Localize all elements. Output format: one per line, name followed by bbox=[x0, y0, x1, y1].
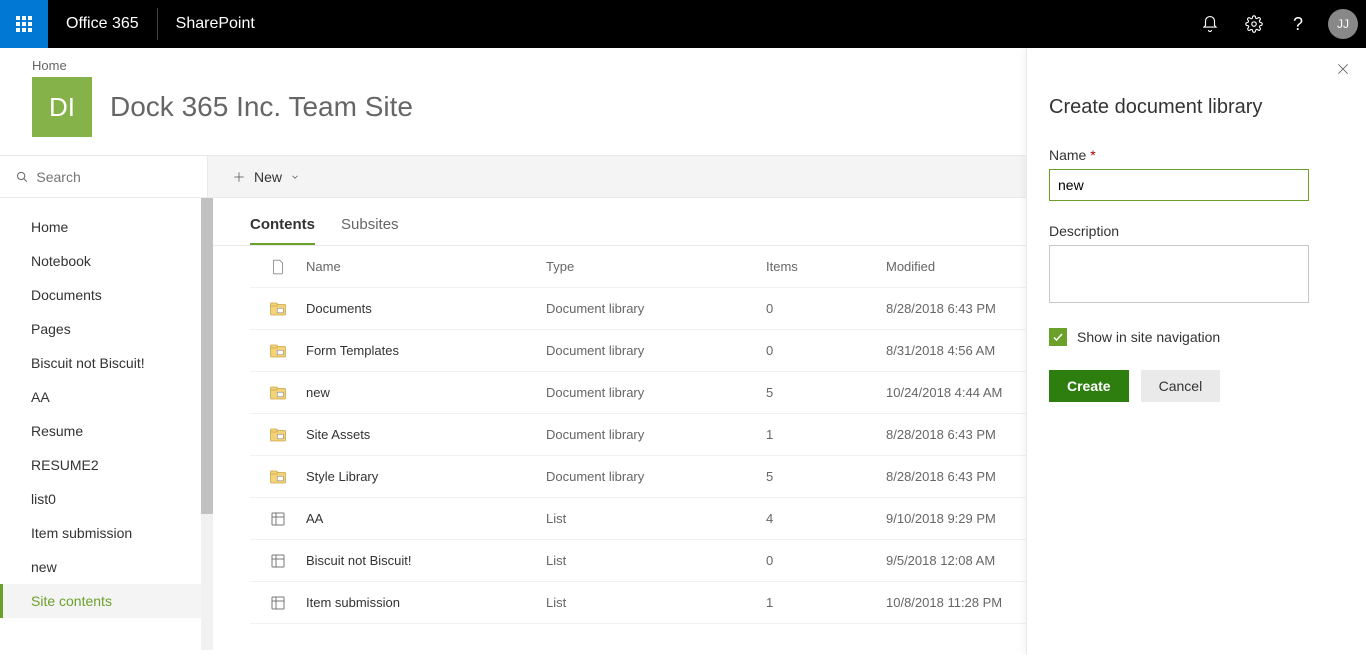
create-library-panel: Create document library Name * Descripti… bbox=[1026, 48, 1366, 655]
library-icon bbox=[269, 469, 287, 485]
row-items: 0 bbox=[766, 301, 886, 316]
name-input[interactable] bbox=[1049, 169, 1309, 201]
gear-icon bbox=[1245, 15, 1263, 33]
show-in-nav-label: Show in site navigation bbox=[1077, 329, 1220, 345]
row-type: List bbox=[546, 595, 766, 610]
nav-item[interactable]: AA bbox=[0, 380, 207, 414]
nav-item[interactable]: Biscuit not Biscuit! bbox=[0, 346, 207, 380]
nav-item[interactable]: list0 bbox=[0, 482, 207, 516]
nav-item[interactable]: Item submission bbox=[0, 516, 207, 550]
waffle-icon bbox=[16, 16, 32, 32]
check-icon bbox=[1052, 331, 1064, 343]
row-items: 1 bbox=[766, 595, 886, 610]
row-name[interactable]: Form Templates bbox=[306, 343, 546, 358]
left-pane: HomeNotebookDocumentsPagesBiscuit not Bi… bbox=[0, 156, 208, 650]
search-icon bbox=[16, 170, 28, 184]
nav-item[interactable]: Home bbox=[0, 210, 207, 244]
chevron-down-icon bbox=[290, 172, 300, 182]
help-button[interactable]: ? bbox=[1278, 0, 1318, 48]
nav-item[interactable]: Resume bbox=[0, 414, 207, 448]
name-field-label: Name * bbox=[1049, 147, 1344, 163]
panel-title: Create document library bbox=[1049, 96, 1344, 119]
row-items: 1 bbox=[766, 427, 886, 442]
document-icon bbox=[271, 259, 285, 275]
search-box[interactable] bbox=[0, 156, 207, 198]
row-name[interactable]: Biscuit not Biscuit! bbox=[306, 553, 546, 568]
row-type: List bbox=[546, 553, 766, 568]
nav-item[interactable]: RESUME2 bbox=[0, 448, 207, 482]
row-name[interactable]: Style Library bbox=[306, 469, 546, 484]
row-type: List bbox=[546, 511, 766, 526]
row-type: Document library bbox=[546, 343, 766, 358]
new-button[interactable]: New bbox=[232, 169, 300, 185]
tab-subsites[interactable]: Subsites bbox=[341, 216, 399, 245]
row-items: 4 bbox=[766, 511, 886, 526]
header-name[interactable]: Name bbox=[306, 259, 546, 274]
notifications-button[interactable] bbox=[1190, 0, 1230, 48]
row-type: Document library bbox=[546, 385, 766, 400]
show-in-nav-row[interactable]: Show in site navigation bbox=[1049, 328, 1344, 346]
nav-item[interactable]: Notebook bbox=[0, 244, 207, 278]
nav-item[interactable]: Site contents bbox=[0, 584, 207, 618]
row-type: Document library bbox=[546, 301, 766, 316]
header-type[interactable]: Type bbox=[546, 259, 766, 274]
settings-button[interactable] bbox=[1234, 0, 1274, 48]
row-items: 0 bbox=[766, 343, 886, 358]
panel-close-button[interactable] bbox=[1336, 62, 1350, 81]
row-items: 5 bbox=[766, 385, 886, 400]
app-launcher-button[interactable] bbox=[0, 0, 48, 48]
nav-item[interactable]: Documents bbox=[0, 278, 207, 312]
row-type: Document library bbox=[546, 469, 766, 484]
search-input[interactable] bbox=[36, 169, 191, 185]
nav-item[interactable]: new bbox=[0, 550, 207, 584]
left-scrollbar[interactable] bbox=[201, 198, 213, 650]
row-name[interactable]: AA bbox=[306, 511, 546, 526]
cancel-button[interactable]: Cancel bbox=[1141, 370, 1221, 402]
description-input[interactable] bbox=[1049, 245, 1309, 303]
nav-item[interactable]: Pages bbox=[0, 312, 207, 346]
row-items: 5 bbox=[766, 469, 886, 484]
library-icon bbox=[269, 301, 287, 317]
row-name[interactable]: new bbox=[306, 385, 546, 400]
user-avatar[interactable]: JJ bbox=[1328, 9, 1358, 39]
show-in-nav-checkbox[interactable] bbox=[1049, 328, 1067, 346]
site-title[interactable]: Dock 365 Inc. Team Site bbox=[110, 91, 413, 123]
header-items[interactable]: Items bbox=[766, 259, 886, 274]
create-button[interactable]: Create bbox=[1049, 370, 1129, 402]
help-icon: ? bbox=[1293, 14, 1303, 35]
breadcrumb-home[interactable]: Home bbox=[32, 58, 67, 73]
description-field-label: Description bbox=[1049, 223, 1344, 239]
suite-bar: Office 365 SharePoint ? JJ bbox=[0, 0, 1366, 48]
library-icon bbox=[269, 343, 287, 359]
row-name[interactable]: Item submission bbox=[306, 595, 546, 610]
list-icon bbox=[270, 595, 286, 611]
row-type: Document library bbox=[546, 427, 766, 442]
library-icon bbox=[269, 427, 287, 443]
row-name[interactable]: Documents bbox=[306, 301, 546, 316]
row-items: 0 bbox=[766, 553, 886, 568]
plus-icon bbox=[232, 170, 246, 184]
new-label: New bbox=[254, 169, 282, 185]
library-icon bbox=[269, 385, 287, 401]
close-icon bbox=[1336, 62, 1350, 76]
list-icon bbox=[270, 553, 286, 569]
left-nav: HomeNotebookDocumentsPagesBiscuit not Bi… bbox=[0, 198, 207, 650]
row-name[interactable]: Site Assets bbox=[306, 427, 546, 442]
bell-icon bbox=[1201, 15, 1219, 33]
list-icon bbox=[270, 511, 286, 527]
suite-app-label[interactable]: SharePoint bbox=[158, 15, 273, 33]
suite-product-label[interactable]: Office 365 bbox=[48, 8, 158, 40]
site-logo[interactable]: DI bbox=[32, 77, 92, 137]
tab-contents[interactable]: Contents bbox=[250, 216, 315, 245]
